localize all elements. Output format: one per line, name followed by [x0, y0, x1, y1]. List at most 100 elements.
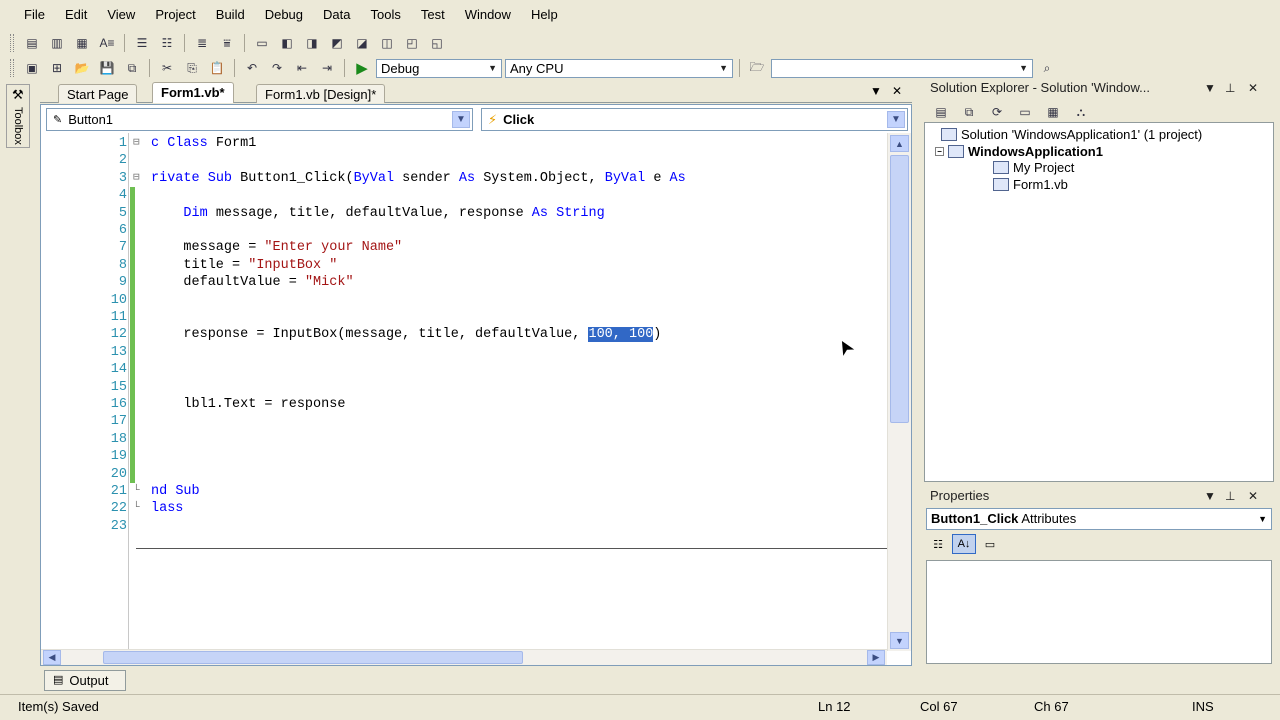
window-position-icon[interactable]: ▼ — [1204, 486, 1216, 506]
menu-item-data[interactable]: Data — [313, 0, 360, 30]
copy-icon[interactable]: ⎘ — [181, 58, 203, 78]
indent-icon[interactable]: ☰ — [131, 33, 153, 53]
method-name-combo[interactable]: ⚡ Click ▼ — [481, 108, 908, 131]
menu-item-build[interactable]: Build — [206, 0, 255, 30]
menu-item-project[interactable]: Project — [145, 0, 205, 30]
tree-item-my-project[interactable]: My Project — [993, 160, 1074, 175]
find-combo[interactable]: ▼ — [771, 58, 1033, 78]
tab-output[interactable]: ▤ Output — [44, 670, 126, 691]
paste-icon[interactable]: 📋 — [206, 58, 228, 78]
refresh-icon[interactable]: ⟳ — [986, 102, 1008, 122]
close-icon[interactable]: ✕ — [1248, 486, 1258, 506]
code-line[interactable]: 10 — [41, 291, 887, 309]
code-line[interactable]: 21 └ nd Sub — [41, 483, 887, 500]
prev-bookmark-folder-icon[interactable]: ◩ — [326, 33, 348, 53]
tab-form1-vb[interactable]: Form1.vb* — [152, 82, 234, 103]
tree-item-project[interactable]: − WindowsApplication1 — [935, 144, 1103, 159]
save-all-icon[interactable]: ⧉ — [121, 58, 143, 78]
auto-hide-pin-icon[interactable]: ⊥ — [1225, 486, 1235, 506]
menu-item-window[interactable]: Window — [455, 0, 521, 30]
view-class-diagram-icon[interactable]: ⛬ — [1070, 102, 1092, 122]
auto-hide-pin-icon[interactable]: ⊥ — [1225, 78, 1235, 98]
property-pages-icon[interactable]: ▭ — [978, 534, 1002, 554]
next-bookmark-doc-icon[interactable]: ◰ — [401, 33, 423, 53]
toolbar-grip[interactable] — [10, 34, 14, 52]
collapse-icon[interactable]: − — [935, 147, 944, 156]
code-line[interactable]: 4 — [41, 187, 887, 205]
code-line[interactable]: 20 — [41, 465, 887, 483]
menu-item-debug[interactable]: Debug — [255, 0, 313, 30]
toolbox-tab[interactable]: ⚒ Toolbox — [6, 84, 30, 148]
align-rights-icon[interactable]: ▦ — [71, 33, 93, 53]
scroll-up-icon[interactable]: ▲ — [890, 135, 909, 152]
navigate-backward-icon[interactable]: ⇤ — [291, 58, 313, 78]
make-same-size-icon[interactable]: A≡ — [96, 33, 118, 53]
code-line[interactable]: 22 └ lass — [41, 500, 887, 517]
properties-icon[interactable]: ▤ — [930, 102, 952, 122]
code-line[interactable]: 12 response = InputBox(message, title, d… — [41, 326, 887, 344]
code-line[interactable]: 14 — [41, 361, 887, 379]
align-centers-icon[interactable]: ▥ — [46, 33, 68, 53]
show-all-files-icon[interactable]: ⧉ — [958, 102, 980, 122]
code-line[interactable]: 3 ⊟ rivate Sub Button1_Click(ByVal sender … — [41, 170, 887, 187]
code-line[interactable]: 8 title = "InputBox " — [41, 256, 887, 275]
menu-item-view[interactable]: View — [97, 0, 145, 30]
code-text-area[interactable]: 1 ⊟ c Class Form1 2 3 ⊟ rivate Sub Button1_Cli… — [41, 133, 887, 651]
code-line[interactable]: 1 ⊟ c Class Form1 — [41, 135, 887, 152]
scroll-right-icon[interactable]: ▶ — [867, 650, 885, 665]
menu-item-file[interactable]: File — [14, 0, 55, 30]
code-line[interactable]: 17 — [41, 413, 887, 431]
close-document-icon[interactable]: ✕ — [892, 84, 902, 98]
collapse-region-icon[interactable]: ⊟ — [133, 170, 140, 187]
solution-configuration-combo[interactable]: Debug ▼ — [376, 58, 502, 78]
code-line[interactable]: 6 — [41, 222, 887, 240]
tree-item-form1[interactable]: Form1.vb — [993, 177, 1068, 192]
window-position-icon[interactable]: ▼ — [1204, 78, 1216, 98]
alphabetical-icon[interactable]: A↓ — [952, 534, 976, 554]
start-debugging-icon[interactable]: ▶ — [351, 58, 373, 78]
class-name-combo[interactable]: ✎ Button1 ▼ — [46, 108, 473, 131]
next-bookmark-icon[interactable]: ◨ — [301, 33, 323, 53]
menu-item-edit[interactable]: Edit — [55, 0, 97, 30]
horizontal-scroll-thumb[interactable] — [103, 651, 523, 664]
close-icon[interactable]: ✕ — [1248, 78, 1258, 98]
code-line[interactable]: 16 lbl1.Text = response — [41, 396, 887, 414]
collapse-region-icon[interactable]: ⊟ — [133, 135, 140, 152]
vertical-scroll-thumb[interactable] — [890, 155, 909, 423]
menu-item-help[interactable]: Help — [521, 0, 568, 30]
uncomment-icon[interactable]: ⩸ — [216, 33, 238, 53]
menu-item-tools[interactable]: Tools — [360, 0, 410, 30]
solution-platform-combo[interactable]: Any CPU ▼ — [505, 58, 733, 78]
cut-icon[interactable]: ✂ — [156, 58, 178, 78]
add-item-icon[interactable]: ⊞ — [46, 58, 68, 78]
horizontal-scrollbar[interactable]: ◀ ▶ — [41, 649, 887, 665]
properties-grid[interactable] — [926, 560, 1272, 664]
code-line[interactable]: 19 — [41, 448, 887, 466]
tab-start-page[interactable]: Start Page — [58, 84, 138, 103]
code-line[interactable]: 15 — [41, 378, 887, 396]
navigate-forward-icon[interactable]: ⇥ — [316, 58, 338, 78]
active-files-dropdown-icon[interactable]: ▼ — [870, 84, 882, 98]
save-icon[interactable]: 💾 — [96, 58, 118, 78]
view-designer-icon[interactable]: ▦ — [1042, 102, 1064, 122]
redo-icon[interactable]: ↷ — [266, 58, 288, 78]
comment-icon[interactable]: ≣ — [191, 33, 213, 53]
new-project-icon[interactable]: ▣ — [21, 58, 43, 78]
next-bookmark-folder-icon[interactable]: ◪ — [351, 33, 373, 53]
code-line[interactable]: 11 — [41, 309, 887, 327]
code-line[interactable]: 9 defaultValue = "Mick" — [41, 274, 887, 292]
undo-icon[interactable]: ↶ — [241, 58, 263, 78]
vertical-scrollbar[interactable]: ▲ ▼ — [887, 133, 911, 651]
open-file-icon[interactable]: 📂 — [71, 58, 93, 78]
prev-bookmark-doc-icon[interactable]: ◫ — [376, 33, 398, 53]
code-line[interactable]: 13 — [41, 343, 887, 362]
align-lefts-icon[interactable]: ▤ — [21, 33, 43, 53]
properties-object-combo[interactable]: Button1_Click Attributes ▼ — [926, 508, 1272, 530]
find-icon[interactable]: ⌕ — [1036, 58, 1058, 78]
prev-bookmark-icon[interactable]: ◧ — [276, 33, 298, 53]
find-in-files-icon[interactable]: 🗁 — [746, 58, 768, 78]
view-code-icon[interactable]: ▭ — [1014, 102, 1036, 122]
code-line[interactable]: 5 Dim message, title, defaultValue, resp… — [41, 204, 887, 222]
code-line[interactable]: 7 message = "Enter your Name" — [41, 239, 887, 257]
scroll-down-icon[interactable]: ▼ — [890, 632, 909, 649]
